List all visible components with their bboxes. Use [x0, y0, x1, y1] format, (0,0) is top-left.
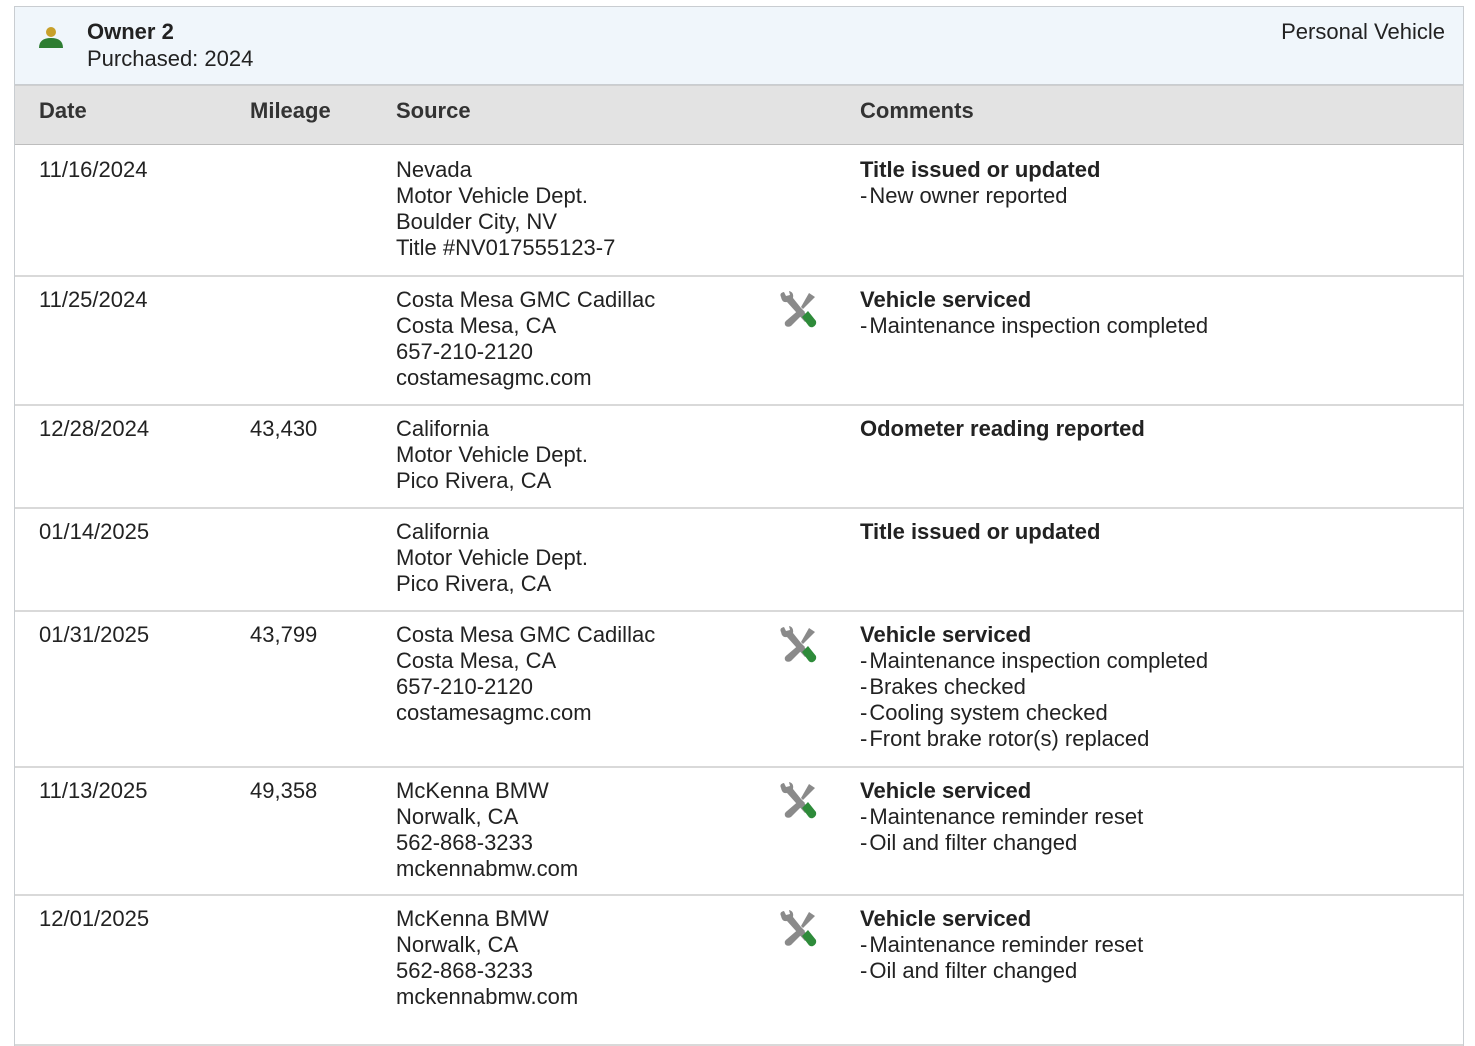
row-source: California Motor Vehicle Dept. Pico Rivera…	[396, 519, 588, 597]
row-source: Costa Mesa GMC Cadillac Costa Mesa, CA 657…	[396, 287, 655, 391]
table-row: 11/25/2024 Costa Mesa GMC Cadillac Costa M…	[15, 275, 1463, 406]
comment-item: Maintenance reminder reset	[860, 804, 1143, 830]
service-tools-icon	[775, 782, 819, 822]
owner-purchased: Purchased: 2024	[87, 46, 254, 71]
source-line: Costa Mesa GMC Cadillac	[396, 622, 656, 647]
row-source: McKenna BMW Norwalk, CA 562-868-3233 mckenn…	[396, 778, 578, 882]
source-line: Motor Vehicle Dept.	[396, 545, 588, 570]
comment-item: Front brake rotor(s) replaced	[860, 726, 1208, 752]
source-line: mckennabmw.com	[396, 856, 579, 881]
comment-title: Title issued or updated	[860, 157, 1101, 182]
service-tools-icon	[775, 291, 819, 331]
comment-item: New owner reported	[860, 183, 1100, 209]
table-row: 12/28/2024 43,430 California Motor Vehicle …	[15, 404, 1463, 509]
source-line: California	[396, 519, 489, 544]
source-line: McKenna BMW	[396, 778, 549, 803]
source-line: Pico Rivera, CA	[396, 571, 552, 596]
table-row: 11/16/2024 Nevada Motor Vehicle Dept. Bould…	[15, 145, 1463, 277]
source-line: mckennabmw.com	[396, 984, 579, 1009]
comment-item: Oil and filter changed	[860, 958, 1143, 984]
source-line: 657-210-2120	[396, 339, 534, 364]
comment-title: Odometer reading reported	[860, 416, 1145, 441]
comment-item: Maintenance reminder reset	[860, 932, 1143, 958]
column-header-comments: Comments	[860, 98, 974, 123]
source-line: costamesagmc.com	[396, 700, 592, 725]
source-line: Costa Mesa, CA	[396, 313, 557, 338]
column-header-source: Source	[396, 98, 471, 123]
row-source: Nevada Motor Vehicle Dept. Boulder City, N…	[396, 157, 615, 261]
source-line: 562-868-3233	[396, 830, 534, 855]
row-date: 11/25/2024	[39, 287, 148, 312]
source-line: Boulder City, NV	[396, 209, 557, 234]
row-comments: Title issued or updated	[860, 519, 1100, 545]
table-row: 12/01/2025 McKenna BMW Norwalk, CA 562-868-…	[15, 894, 1463, 1046]
row-mileage: 49,358	[250, 778, 318, 803]
table-row: 01/14/2025 California Motor Vehicle Dept. P…	[15, 507, 1463, 612]
row-source: McKenna BMW Norwalk, CA 562-868-3233 mckenn…	[396, 906, 578, 1010]
source-line: costamesagmc.com	[396, 365, 592, 390]
source-line: Norwalk, CA	[396, 804, 519, 829]
comment-item: Cooling system checked	[860, 700, 1208, 726]
service-tools-icon	[775, 910, 819, 950]
source-line: Nevada	[396, 157, 472, 182]
table-header: Date Mileage Source Comments	[15, 85, 1463, 145]
source-line: McKenna BMW	[396, 906, 549, 931]
table-row: 01/31/2025 43,799 Costa Mesa GMC Cadillac C…	[15, 610, 1463, 768]
comment-item: Maintenance inspection completed	[860, 313, 1208, 339]
comment-item: Brakes checked	[860, 674, 1208, 700]
source-line: Motor Vehicle Dept.	[396, 183, 588, 208]
row-date: 01/31/2025	[39, 622, 150, 647]
comment-title: Vehicle serviced	[860, 622, 1032, 647]
comment-title: Title issued or updated	[860, 519, 1101, 544]
row-comments: Vehicle servicedMaintenance reminder res…	[860, 906, 1143, 984]
person-icon	[39, 27, 63, 48]
owner-history-card: Owner 2 Purchased: 2024 Personal Vehicle…	[14, 6, 1464, 1046]
row-date: 01/14/2025	[39, 519, 150, 544]
owner-title: Owner 2	[87, 19, 174, 44]
row-comments: Vehicle servicedMaintenance inspection c…	[860, 622, 1208, 752]
column-header-mileage: Mileage	[250, 98, 331, 123]
comment-title: Vehicle serviced	[860, 906, 1032, 931]
service-tools-icon	[775, 626, 819, 666]
comment-title: Vehicle serviced	[860, 778, 1032, 803]
row-mileage: 43,430	[250, 416, 318, 441]
comment-item: Maintenance inspection completed	[860, 648, 1208, 674]
source-line: Title #NV017555123-7	[396, 235, 616, 260]
source-line: California	[396, 416, 489, 441]
row-source: Costa Mesa GMC Cadillac Costa Mesa, CA 657…	[396, 622, 655, 726]
row-mileage: 43,799	[250, 622, 318, 647]
source-line: Costa Mesa GMC Cadillac	[396, 287, 656, 312]
owner-vehicle-type: Personal Vehicle	[1281, 19, 1445, 44]
owner-header: Owner 2 Purchased: 2024 Personal Vehicle	[15, 7, 1463, 85]
row-date: 11/13/2025	[39, 778, 148, 803]
source-line: Norwalk, CA	[396, 932, 519, 957]
source-line: Pico Rivera, CA	[396, 468, 552, 493]
row-date: 12/01/2025	[39, 906, 150, 931]
row-comments: Vehicle servicedMaintenance inspection c…	[860, 287, 1208, 339]
row-date: 12/28/2024	[39, 416, 150, 441]
row-source: California Motor Vehicle Dept. Pico Rivera…	[396, 416, 588, 494]
row-comments: Title issued or updatedNew owner reporte…	[860, 157, 1100, 209]
row-date: 11/16/2024	[39, 157, 148, 182]
table-row: 11/13/2025 49,358 McKenna BMW Norwalk, CA 56…	[15, 766, 1463, 896]
source-line: 657-210-2120	[396, 674, 534, 699]
source-line: Motor Vehicle Dept.	[396, 442, 588, 467]
source-line: Costa Mesa, CA	[396, 648, 557, 673]
row-comments: Vehicle servicedMaintenance reminder res…	[860, 778, 1143, 856]
comment-item: Oil and filter changed	[860, 830, 1143, 856]
row-comments: Odometer reading reported	[860, 416, 1145, 442]
source-line: 562-868-3233	[396, 958, 534, 983]
column-header-date: Date	[39, 98, 87, 123]
comment-title: Vehicle serviced	[860, 287, 1032, 312]
